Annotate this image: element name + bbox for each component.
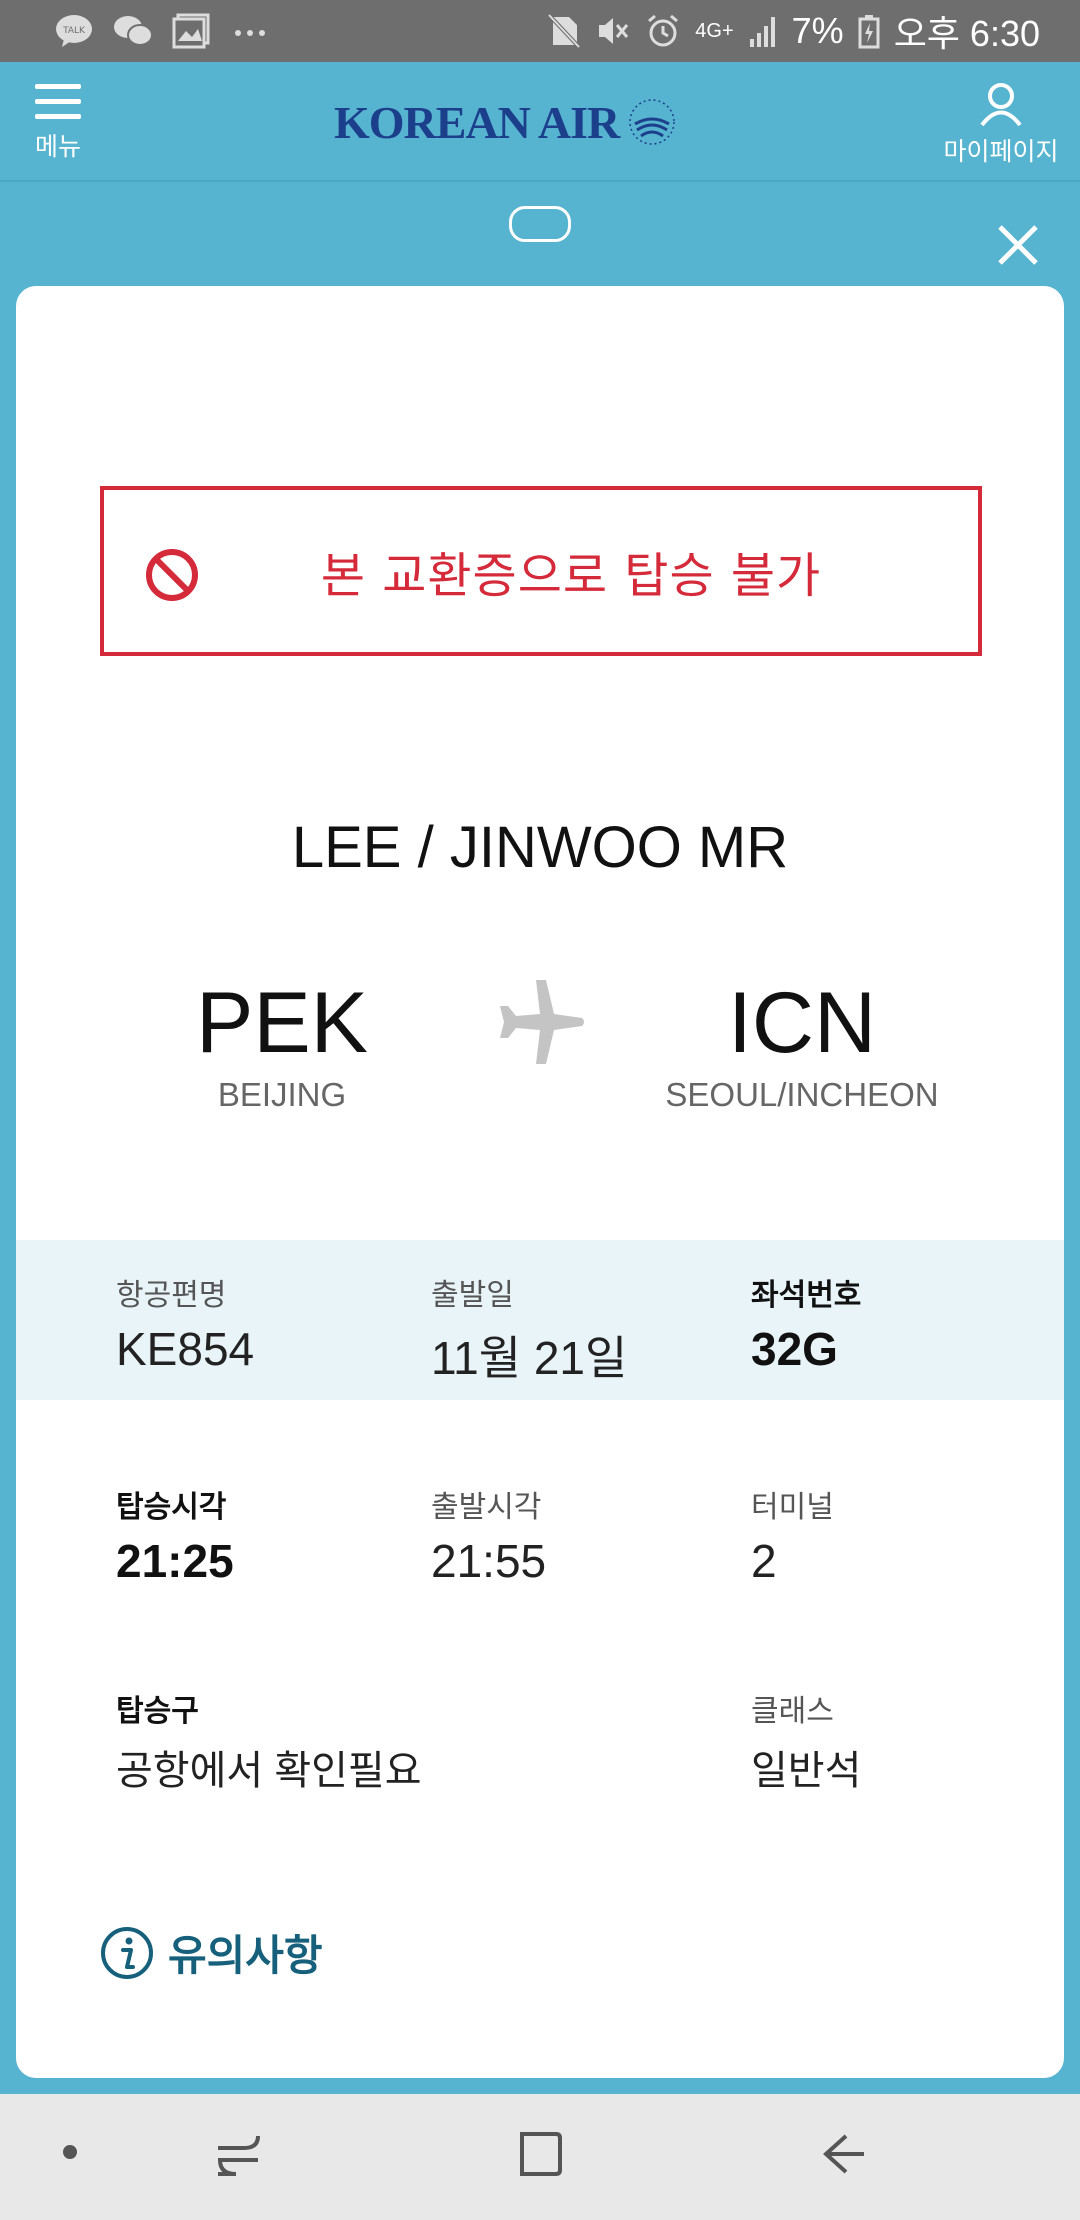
skyteam-logo-icon [629, 99, 675, 145]
terminal: 터미널 2 [751, 1482, 834, 1588]
hamburger-icon [35, 84, 81, 119]
alarm-icon [648, 14, 679, 47]
departure-time: 출발시각 21:55 [431, 1482, 546, 1588]
airplane-icon [500, 980, 584, 1064]
boarding-time-label: 탑승시각 [116, 1490, 227, 1525]
network-type: 4G+ [695, 20, 734, 42]
flight-number-label: 항공편명 [116, 1278, 227, 1313]
gallery-icon [172, 13, 210, 49]
recent-apps-icon[interactable] [214, 2130, 264, 2180]
seat-number-value: 32G [751, 1323, 838, 1375]
origin-code: PEK [195, 975, 369, 1071]
signal-icon [749, 17, 775, 47]
warning-text: 본 교환증으로 탑승 불가 [320, 548, 822, 604]
terminal-value: 2 [751, 1535, 777, 1587]
mute-icon [599, 18, 629, 44]
menu-label: 메뉴 [34, 132, 81, 161]
seat-number: 좌석번호 32G [751, 1270, 861, 1376]
departure-time-label: 출발시각 [431, 1490, 542, 1525]
travel-class: 클래스 일반석 [751, 1686, 861, 1796]
logo-text: KOREAN AIR [334, 96, 620, 148]
terminal-label: 터미널 [751, 1490, 834, 1525]
mypage-button[interactable]: 마이페이지 [936, 82, 1066, 172]
seat-number-label: 좌석번호 [751, 1278, 862, 1313]
svg-text:TALK: TALK [62, 26, 86, 36]
clock: 오후 6:30 [893, 13, 1040, 54]
travel-class-value: 일반석 [751, 1749, 862, 1793]
notice-link[interactable]: 유의사항 [100, 1922, 323, 1983]
destination-code: ICN [727, 975, 877, 1071]
notice-label: 유의사항 [168, 1931, 323, 1980]
destination-city: SEOUL/INCHEON [665, 1076, 939, 1113]
departure-date: 출발일 11월 21일 [431, 1270, 627, 1388]
dot-indicator-icon[interactable] [60, 2142, 80, 2162]
boarding-gate: 탑승구 공항에서 확인필요 [116, 1686, 422, 1796]
boarding-gate-value: 공항에서 확인필요 [116, 1749, 422, 1793]
boarding-time-value: 21:25 [116, 1535, 234, 1587]
menu-button[interactable]: 메뉴 [28, 84, 88, 164]
travel-class-label: 클래스 [751, 1694, 834, 1729]
app-header: 메뉴 KOREAN AIR 마이페이지 [0, 62, 1080, 182]
no-sim-icon [547, 13, 581, 49]
back-icon[interactable] [820, 2130, 868, 2178]
battery-percent: 7% [791, 10, 844, 51]
kakaotalk-icon: TALK [56, 15, 92, 47]
boarding-gate-label: 탑승구 [116, 1694, 199, 1729]
boarding-warning-banner: 본 교환증으로 탑승 불가 [100, 486, 982, 656]
info-icon [101, 1926, 153, 1979]
battery-charging-icon [858, 15, 880, 49]
home-icon[interactable] [516, 2128, 564, 2180]
system-status: 4G+ 7% 오후 6:30 [547, 0, 1040, 62]
departure-time-value: 21:55 [431, 1535, 547, 1587]
more-notifications-icon [235, 30, 265, 36]
navigation-bar [0, 2094, 1080, 2220]
korean-air-logo[interactable]: KOREAN AIR [334, 92, 679, 152]
passenger-name: LEE / JINWOO MR [291, 815, 789, 880]
notification-icons: TALK [54, 10, 270, 52]
departure-date-label: 출발일 [431, 1278, 514, 1313]
wechat-icon [114, 16, 153, 46]
departure-date-value: 11월 21일 [431, 1332, 628, 1384]
origin-city: BEIJING [217, 1076, 347, 1113]
flight-number: 항공편명 KE854 [116, 1270, 254, 1376]
status-bar: TALK 4G+ 7% 오후 6:30 [0, 0, 1080, 62]
mypage-label: 마이페이지 [943, 137, 1059, 166]
sheet-handle[interactable] [509, 206, 571, 242]
boarding-pass-card: 본 교환증으로 탑승 불가 LEE / JINWOO MR PEK BEIJIN… [16, 286, 1064, 2078]
boarding-time: 탑승시각 21:25 [116, 1482, 234, 1588]
flight-number-value: KE854 [116, 1323, 255, 1375]
user-icon [980, 83, 1022, 127]
close-icon[interactable] [995, 222, 1041, 268]
